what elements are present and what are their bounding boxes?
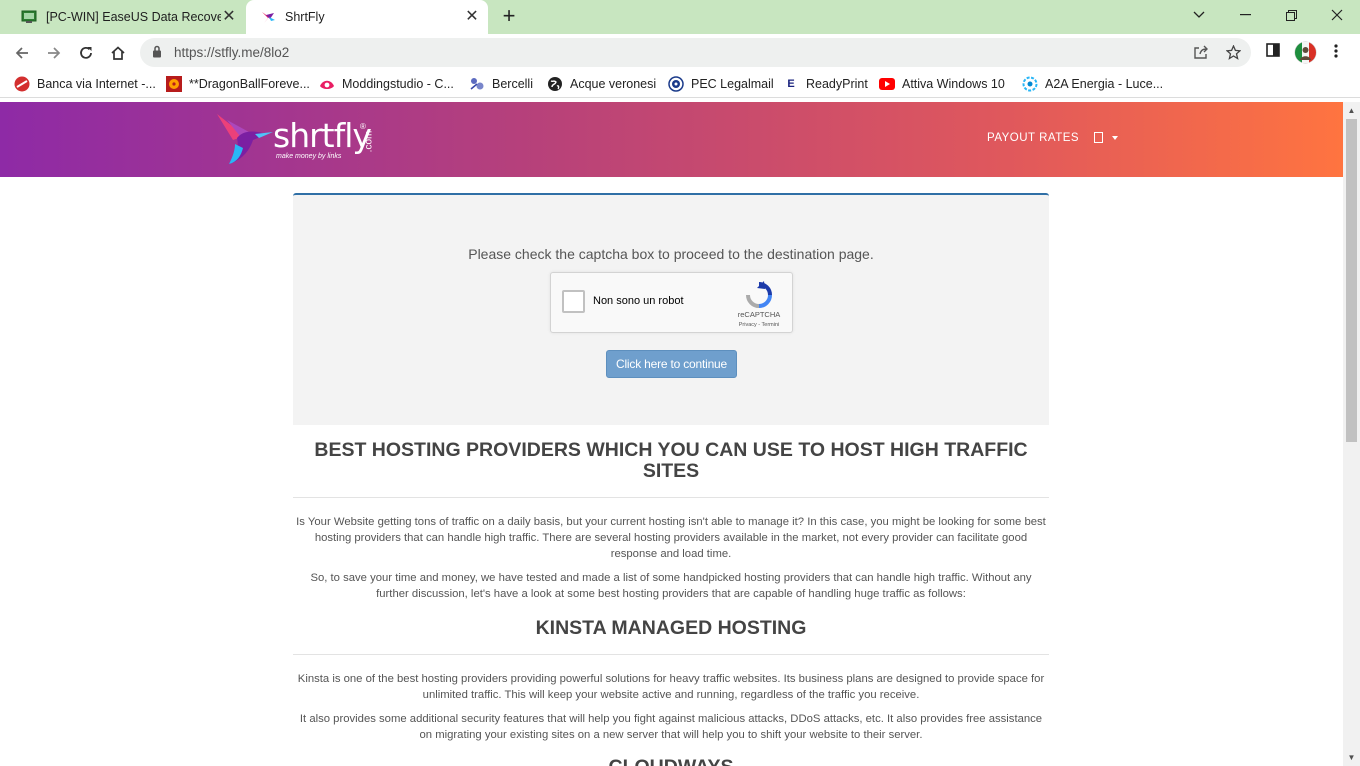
reload-icon[interactable]: [75, 42, 97, 64]
bookmark-label: Attiva Windows 10: [902, 77, 1005, 91]
bookmark-label: PEC Legalmail: [691, 77, 774, 91]
home-icon[interactable]: [107, 42, 129, 64]
tab-title: [PC-WIN] EaseUS Data Recovery: [46, 10, 221, 24]
tab-strip: [PC-WIN] EaseUS Data Recovery ✕ ShrtFly …: [0, 0, 1360, 34]
bercelli-icon: [469, 76, 485, 92]
logo-domain: .com: [363, 130, 375, 153]
bookmark-a2a-energia[interactable]: A2A Energia - Luce...: [1022, 76, 1163, 92]
logo-tagline: make money by links: [276, 153, 342, 160]
address-bar[interactable]: https://stfly.me/8lo2: [140, 38, 1251, 67]
youtube-icon: [879, 76, 895, 92]
article-heading: BEST HOSTING PROVIDERS WHICH YOU CAN USE…: [314, 439, 1028, 482]
article-paragraph: It also provides some additional securit…: [299, 713, 1043, 741]
bookmark-label: Bercelli: [492, 77, 533, 91]
a2a-icon: [1022, 76, 1038, 92]
profile-avatar-icon[interactable]: [1294, 41, 1317, 69]
recaptcha-brand: reCAPTCHA: [737, 310, 781, 319]
dragonball-icon: [166, 76, 182, 92]
article: BEST HOSTING PROVIDERS WHICH YOU CAN USE…: [293, 440, 1049, 766]
bookmark-label: ReadyPrint: [806, 77, 868, 91]
globe-icon: [547, 76, 563, 92]
bookmark-readyprint[interactable]: E ReadyPrint: [783, 76, 868, 92]
divider: [293, 654, 1049, 655]
bookmark-moddingstudio[interactable]: Moddingstudio - C...: [319, 76, 454, 92]
logo-registered-mark: ®: [360, 122, 366, 131]
tab-title: ShrtFly: [285, 10, 325, 24]
moddingstudio-icon: [319, 76, 335, 92]
bookmark-dragonball[interactable]: **DragonBallForeve...: [166, 76, 310, 92]
kebab-menu-icon[interactable]: [1334, 43, 1338, 64]
captcha-message: Please check the captcha box to proceed …: [468, 246, 874, 262]
bookmarks-bar: Banca via Internet -... **DragonBallFore…: [0, 71, 1360, 98]
shrtfly-favicon-icon: [260, 9, 276, 25]
forward-icon[interactable]: [43, 42, 65, 64]
side-panel-icon[interactable]: [1266, 43, 1280, 62]
captcha-panel: Please check the captcha box to proceed …: [293, 193, 1049, 425]
bookmark-acque-veronesi[interactable]: Acque veronesi: [547, 76, 656, 92]
recaptcha-links[interactable]: Privacy - Termini: [731, 322, 787, 328]
close-window-icon[interactable]: [1314, 0, 1360, 30]
legalmail-icon: [668, 76, 684, 92]
article-paragraph: So, to save your time and money, we have…: [310, 572, 1032, 600]
hummingbird-logo-icon: [217, 114, 273, 164]
new-tab-icon[interactable]: +: [499, 5, 519, 27]
article-heading: CLOUDWAYS: [293, 757, 1049, 766]
bookmark-banca[interactable]: Banca via Internet -...: [14, 76, 156, 92]
bookmark-label: Banca via Internet -...: [37, 77, 156, 91]
page-scrollbar[interactable]: ▲ ▼: [1343, 102, 1360, 766]
close-tab-icon[interactable]: ✕: [464, 9, 480, 25]
close-tab-icon[interactable]: ✕: [221, 9, 237, 25]
flag-placeholder-icon: [1094, 132, 1103, 143]
minimize-icon[interactable]: [1222, 0, 1268, 30]
recaptcha-checkbox[interactable]: [562, 290, 585, 313]
easeus-favicon-icon: [21, 9, 37, 25]
bank-icon: [14, 76, 30, 92]
bookmark-pec-legalmail[interactable]: PEC Legalmail: [668, 76, 774, 92]
bookmark-star-icon[interactable]: [1225, 44, 1242, 65]
scrollbar-thumb[interactable]: [1346, 119, 1357, 442]
tab-easeus[interactable]: [PC-WIN] EaseUS Data Recovery ✕: [8, 0, 245, 34]
restore-icon[interactable]: [1268, 0, 1314, 30]
bookmark-bercelli[interactable]: Bercelli: [469, 76, 533, 92]
lock-icon[interactable]: [152, 45, 162, 63]
continue-button[interactable]: Click here to continue: [606, 350, 737, 378]
page-viewport: shrtfly ® .com make money by links PAYOU…: [0, 102, 1343, 766]
recaptcha-label: Non sono un robot: [593, 295, 684, 307]
article-paragraph: Is Your Website getting tons of traffic …: [296, 516, 1046, 560]
scroll-up-icon[interactable]: ▲: [1347, 106, 1356, 115]
article-heading: KINSTA MANAGED HOSTING: [535, 617, 807, 639]
site-header: shrtfly ® .com make money by links PAYOU…: [0, 102, 1343, 177]
article-paragraph: Kinsta is one of the best hosting provid…: [297, 673, 1045, 701]
language-dropdown[interactable]: [1094, 132, 1118, 143]
bookmark-label: **DragonBallForeve...: [189, 77, 310, 91]
bookmark-label: A2A Energia - Luce...: [1045, 77, 1164, 91]
logo-wordmark: shrtfly: [273, 116, 372, 155]
caret-down-icon: [1112, 135, 1118, 140]
nav-payout-rates[interactable]: PAYOUT RATES: [987, 132, 1079, 144]
bookmark-label: Acque veronesi: [570, 77, 657, 91]
bookmark-attiva-windows[interactable]: Attiva Windows 10: [879, 76, 1005, 92]
shrtfly-logo[interactable]: shrtfly ® .com make money by links: [215, 110, 375, 168]
divider: [293, 497, 1049, 498]
browser-toolbar: https://stfly.me/8lo2: [0, 34, 1360, 71]
readyprint-icon: E: [787, 78, 795, 90]
tab-search-icon[interactable]: [1176, 0, 1222, 30]
share-icon[interactable]: [1193, 45, 1209, 65]
tab-shrtfly[interactable]: ShrtFly ✕: [246, 0, 488, 34]
bookmark-label: Moddingstudio - C...: [342, 77, 454, 91]
recaptcha-widget: Non sono un robot reCAPTCHA Privacy - Te…: [550, 272, 793, 333]
url-text: https://stfly.me/8lo2: [174, 45, 290, 60]
back-icon[interactable]: [11, 42, 33, 64]
scroll-down-icon[interactable]: ▼: [1347, 753, 1356, 762]
